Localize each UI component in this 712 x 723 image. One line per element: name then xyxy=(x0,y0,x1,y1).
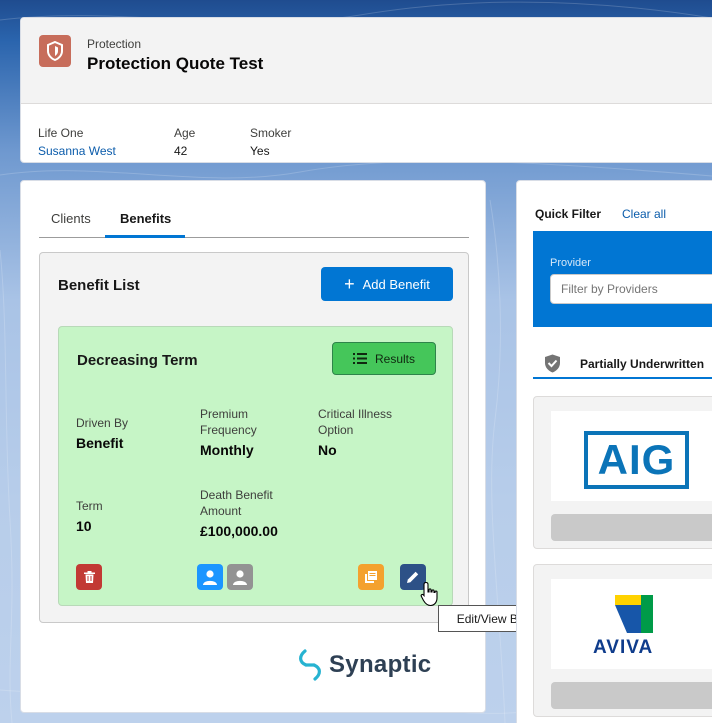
provider-label: Provider xyxy=(550,257,591,269)
provider-logo-area: AIG xyxy=(551,411,712,501)
field-term: Term 10 xyxy=(76,498,103,534)
page-title: Protection Quote Test xyxy=(87,54,264,73)
hand-cursor-icon xyxy=(420,581,438,607)
record-header-top: Protection Protection Quote Test xyxy=(21,18,712,104)
field-value: 10 xyxy=(76,518,92,534)
field-driven-by: Driven By Benefit xyxy=(76,415,128,451)
synaptic-mark-icon xyxy=(299,649,321,681)
benefit-card: Decreasing Term Results Driven By Benefi… xyxy=(58,326,453,606)
aviva-flag-icon xyxy=(615,595,653,633)
quotes-panel: Quick Filter Clear all Provider Partiall… xyxy=(516,180,712,723)
brand-name: Synaptic xyxy=(329,651,432,678)
benefit-list-title: Benefit List xyxy=(58,277,140,294)
results-label: Results xyxy=(374,351,415,366)
benefit-name: Decreasing Term xyxy=(77,352,198,369)
user-icon xyxy=(203,570,217,585)
aig-logo: AIG xyxy=(584,431,689,489)
record-header: Protection Protection Quote Test Life On… xyxy=(20,17,712,163)
field-label: Critical Illness Option xyxy=(318,407,393,437)
copy-icon xyxy=(365,571,377,583)
field-value: Benefit xyxy=(76,435,124,451)
add-benefit-label: Add Benefit xyxy=(362,276,430,292)
provider-action-bar[interactable] xyxy=(551,514,712,541)
benefits-panel: Clients Benefits Benefit List + Add Bene… xyxy=(20,180,486,713)
add-benefit-button[interactable]: + Add Benefit xyxy=(321,267,453,301)
copy-benefit-button[interactable] xyxy=(358,564,384,590)
field-label: Death Benefit Amount xyxy=(200,488,273,518)
field-value: Monthly xyxy=(200,442,254,458)
provider-card-aig: AIG xyxy=(533,396,712,549)
tab-partially-underwritten[interactable]: Partially Underwritten xyxy=(533,345,712,379)
field-value: Yes xyxy=(250,144,270,158)
aviva-logo-text: AVIVA xyxy=(593,637,654,658)
field-label: Life One xyxy=(38,126,84,140)
pencil-icon xyxy=(407,571,419,583)
field-life-one: Life One Susanna West xyxy=(38,124,116,160)
field-value: No xyxy=(318,442,337,458)
delete-benefit-button[interactable] xyxy=(76,564,102,590)
field-label: Smoker xyxy=(250,126,292,140)
field-label: Driven By xyxy=(76,416,129,430)
shield-check-icon xyxy=(545,354,560,373)
provider-filter: Provider xyxy=(533,231,712,327)
field-premium-frequency: Premium Frequency Monthly xyxy=(200,406,300,458)
field-critical-illness: Critical Illness Option No xyxy=(318,406,418,458)
shield-icon xyxy=(39,35,71,67)
provider-filter-input[interactable] xyxy=(550,274,712,304)
provider-action-bar[interactable] xyxy=(551,682,712,709)
clear-all-link[interactable]: Clear all xyxy=(622,207,666,221)
benefit-list: Benefit List + Add Benefit Decreasing Te… xyxy=(39,252,469,623)
object-label: Protection xyxy=(87,37,142,51)
quick-filter-label: Quick Filter xyxy=(535,207,602,221)
field-label: Age xyxy=(174,126,196,140)
trash-icon xyxy=(83,571,95,583)
field-value: £100,000.00 xyxy=(200,523,278,539)
user-icon xyxy=(233,570,247,585)
field-value: 42 xyxy=(174,144,188,158)
client-two-button[interactable] xyxy=(227,564,253,590)
field-smoker: Smoker Yes xyxy=(250,124,291,160)
underwritten-label: Partially Underwritten xyxy=(580,357,705,371)
provider-card-aviva: AVIVA xyxy=(533,564,712,717)
plus-icon: + xyxy=(344,274,355,294)
synaptic-logo: Synaptic xyxy=(297,648,431,682)
tab-clients[interactable]: Clients xyxy=(51,211,91,226)
field-label: Term xyxy=(76,499,103,513)
tab-benefits[interactable]: Benefits xyxy=(120,211,171,226)
field-age: Age 42 xyxy=(174,124,195,160)
life-one-link[interactable]: Susanna West xyxy=(38,142,116,160)
field-death-benefit: Death Benefit Amount £100,000.00 xyxy=(200,487,300,539)
client-one-button[interactable] xyxy=(197,564,223,590)
provider-logo-area: AVIVA xyxy=(551,579,712,669)
active-tab-indicator xyxy=(105,235,185,238)
field-label: Premium Frequency xyxy=(200,407,257,437)
tab-bar: Clients Benefits xyxy=(39,208,469,238)
results-button[interactable]: Results xyxy=(332,342,436,375)
list-icon xyxy=(352,353,367,364)
